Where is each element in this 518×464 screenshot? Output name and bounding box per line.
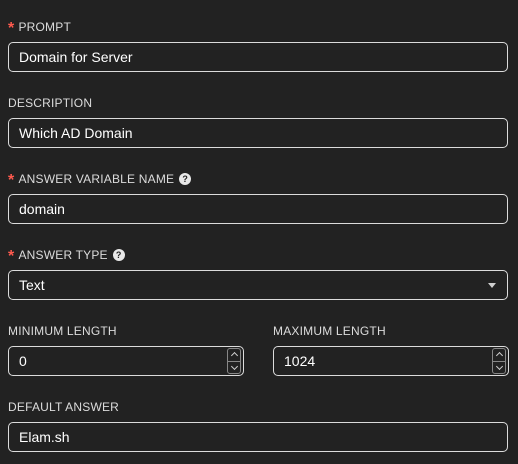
- chevron-up-icon: [495, 352, 503, 360]
- prompt-input[interactable]: Domain for Server: [8, 42, 508, 72]
- stepper-up-button[interactable]: [493, 349, 505, 361]
- maximum-length-label: MAXIMUM LENGTH: [273, 324, 386, 338]
- default-answer-label: DEFAULT ANSWER: [8, 400, 119, 414]
- minimum-length-value: 0: [19, 353, 27, 369]
- required-asterisk: *: [8, 248, 15, 265]
- description-label-text: DESCRIPTION: [8, 96, 93, 110]
- question-circle-icon[interactable]: ?: [179, 173, 192, 185]
- caret-down-icon: [488, 282, 496, 288]
- maximum-length-value: 1024: [284, 353, 316, 369]
- default-answer-value: Elam.sh: [19, 429, 70, 445]
- stepper-down-button[interactable]: [493, 360, 505, 374]
- required-asterisk: *: [8, 172, 15, 189]
- chevron-down-icon: [495, 362, 503, 370]
- prompt-value: Domain for Server: [19, 49, 133, 65]
- answer-variable-name-label-text: ANSWER VARIABLE NAME: [18, 172, 175, 186]
- chevron-down-icon: [230, 362, 238, 370]
- survey-question-form: * PROMPT Domain for Server DESCRIPTION W…: [0, 0, 518, 464]
- description-input[interactable]: Which AD Domain: [8, 118, 508, 148]
- maximum-length-stepper[interactable]: [492, 348, 506, 374]
- answer-variable-name-value: domain: [19, 201, 65, 217]
- description-value: Which AD Domain: [19, 125, 133, 141]
- answer-type-select[interactable]: Text: [8, 270, 508, 300]
- required-asterisk: *: [8, 20, 15, 37]
- stepper-up-button[interactable]: [228, 349, 240, 361]
- minimum-length-input[interactable]: 0: [8, 346, 244, 376]
- stepper-down-button[interactable]: [228, 360, 240, 374]
- answer-variable-name-label: * ANSWER VARIABLE NAME ?: [8, 172, 192, 189]
- maximum-length-input[interactable]: 1024: [273, 346, 509, 376]
- answer-variable-name-input[interactable]: domain: [8, 194, 508, 224]
- answer-type-label-text: ANSWER TYPE: [18, 248, 108, 262]
- prompt-label: * PROMPT: [8, 20, 71, 37]
- minimum-length-label-text: MINIMUM LENGTH: [8, 324, 117, 338]
- minimum-length-label: MINIMUM LENGTH: [8, 324, 117, 338]
- maximum-length-label-text: MAXIMUM LENGTH: [273, 324, 386, 338]
- description-label: DESCRIPTION: [8, 96, 92, 110]
- prompt-label-text: PROMPT: [18, 20, 71, 34]
- chevron-up-icon: [230, 352, 238, 360]
- minimum-length-stepper[interactable]: [227, 348, 241, 374]
- question-circle-icon[interactable]: ?: [112, 249, 125, 261]
- answer-type-value: Text: [19, 277, 45, 293]
- default-answer-input[interactable]: Elam.sh: [8, 422, 508, 452]
- default-answer-label-text: DEFAULT ANSWER: [8, 400, 120, 414]
- answer-type-label: * ANSWER TYPE ?: [8, 248, 125, 265]
